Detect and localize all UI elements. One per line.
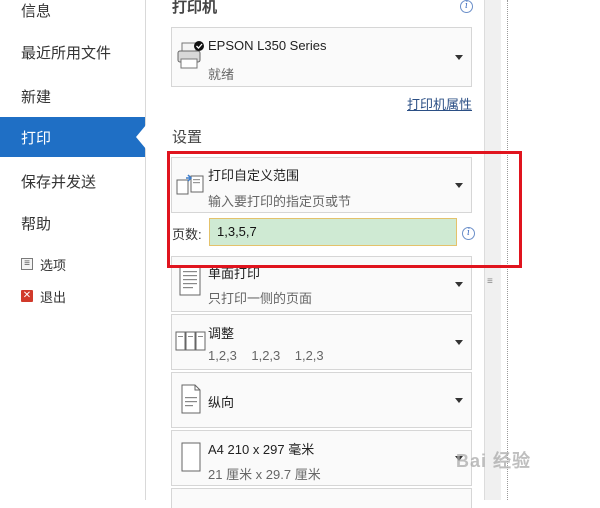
- nav-item-print-label: 打印: [21, 129, 52, 147]
- chevron-down-icon: [455, 55, 463, 60]
- nav-item-info-label: 信息: [21, 2, 52, 20]
- printer-icon: [177, 41, 204, 69]
- one-sided-page-icon: [179, 266, 201, 296]
- scroll-grip-icon[interactable]: ≡: [487, 277, 497, 287]
- orientation-label: 纵向: [208, 395, 235, 410]
- paper-size-dropdown[interactable]: A4 210 x 297 毫米 21 厘米 x 29.7 厘米: [171, 430, 472, 486]
- exit-icon: ✕: [21, 290, 33, 302]
- sides-description: 只打印一侧的页面: [208, 291, 313, 306]
- nav-item-exit-label: 退出: [40, 289, 67, 305]
- paper-size-icon: [181, 442, 201, 472]
- options-icon: ≡: [21, 258, 33, 270]
- watermark: Bai 经验: [456, 451, 532, 471]
- nav-item-save-send[interactable]: 保存并发送: [0, 161, 145, 201]
- printer-status: 就绪: [208, 67, 235, 82]
- nav-item-new[interactable]: 新建: [0, 76, 145, 116]
- nav-item-exit[interactable]: ✕ 退出: [21, 286, 66, 306]
- printer-properties-link[interactable]: 打印机属性: [407, 94, 472, 113]
- nav-item-options-label: 选项: [40, 257, 67, 273]
- nav-item-recent-label: 最近所用文件: [21, 44, 112, 62]
- nav-item-new-label: 新建: [21, 88, 52, 106]
- nav-item-info[interactable]: 信息: [0, 0, 145, 30]
- collate-description: 1,2,3 1,2,3 1,2,3: [208, 348, 324, 363]
- nav-item-save-send-label: 保存并发送: [21, 173, 97, 191]
- orientation-dropdown[interactable]: 纵向: [171, 372, 472, 428]
- nav-item-help-label: 帮助: [21, 215, 52, 233]
- nav-item-print[interactable]: 打印: [0, 117, 146, 157]
- nav-item-recent[interactable]: 最近所用文件: [0, 32, 145, 72]
- chevron-down-icon: [455, 282, 463, 287]
- printer-info-icon[interactable]: i: [460, 0, 473, 13]
- margins-dropdown[interactable]: [171, 488, 472, 508]
- paper-size-label: A4 210 x 297 毫米: [208, 442, 315, 457]
- nav-item-options[interactable]: ≡ 选项: [21, 254, 66, 274]
- settings-section-title: 设置: [172, 129, 203, 146]
- collate-icon: [175, 331, 206, 351]
- printer-section-title: 打印机: [172, 0, 218, 16]
- nav-item-help[interactable]: 帮助: [0, 203, 145, 243]
- highlight-box: [167, 151, 522, 268]
- backstage-nav: 信息 最近所用文件 新建 打印 保存并发送 帮助 ≡ 选项 ✕ 退出: [0, 0, 146, 500]
- printer-dropdown[interactable]: EPSON L350 Series 就绪: [171, 27, 472, 87]
- collate-label: 调整: [208, 326, 235, 341]
- printer-name: EPSON L350 Series: [208, 38, 327, 53]
- chevron-down-icon: [455, 398, 463, 403]
- chevron-down-icon: [455, 340, 463, 345]
- portrait-page-icon: [181, 384, 201, 414]
- paper-size-description: 21 厘米 x 29.7 厘米: [208, 467, 321, 482]
- collate-dropdown[interactable]: 调整 1,2,3 1,2,3 1,2,3: [171, 314, 472, 370]
